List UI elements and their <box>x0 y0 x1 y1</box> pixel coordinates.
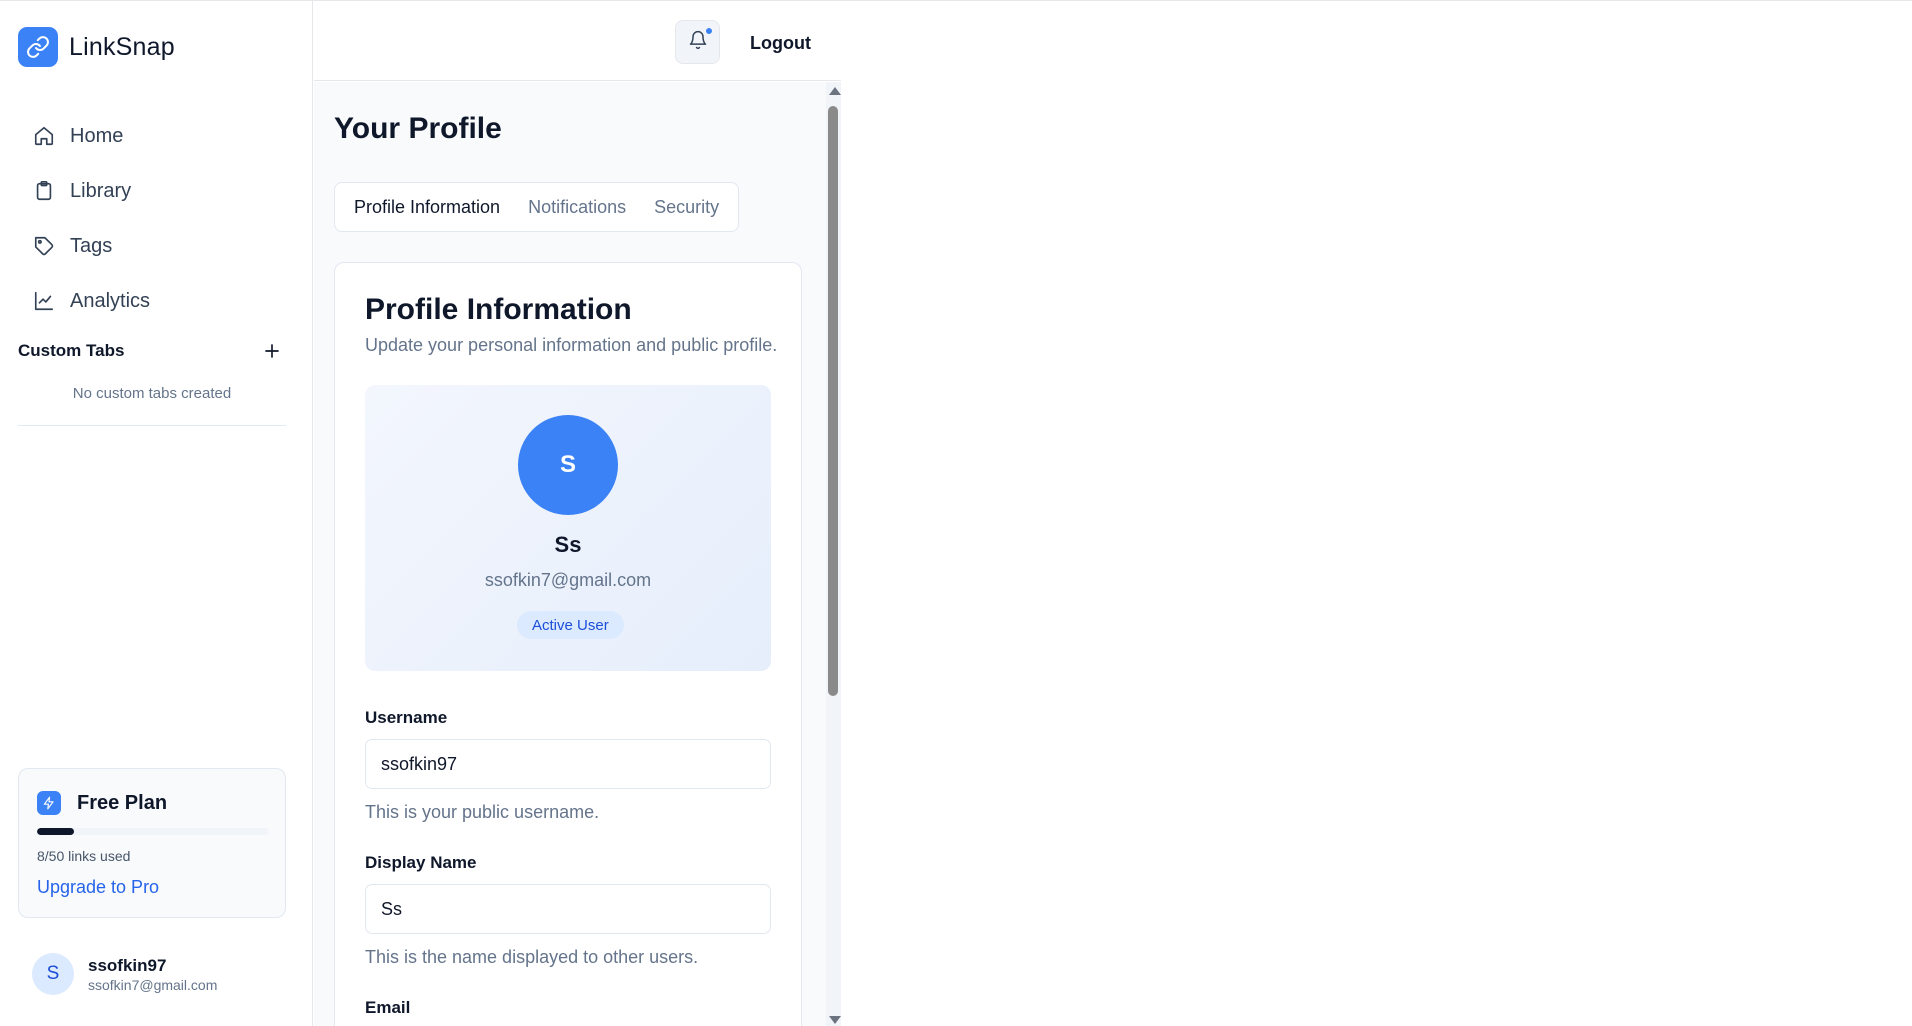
link-icon <box>18 27 58 67</box>
sidebar-item-label: Analytics <box>70 289 151 312</box>
custom-tabs-title: Custom Tabs <box>18 341 125 360</box>
tab-security[interactable]: Security <box>640 187 733 227</box>
profile-display-name: Ss <box>554 532 582 557</box>
sidebar-item-label: Library <box>70 179 132 202</box>
tab-profile-information[interactable]: Profile Information <box>340 187 515 227</box>
avatar[interactable]: S <box>518 415 618 515</box>
sidebar-item-home[interactable]: Home <box>18 111 286 161</box>
profile-tabs: Profile Information Notifications Securi… <box>334 182 740 232</box>
plan-header: Free Plan <box>37 791 167 815</box>
user-email: ssofkin7@gmail.com <box>88 976 218 993</box>
tab-notifications[interactable]: Notifications <box>514 187 640 227</box>
username-label: Username <box>365 708 448 727</box>
scroll-down-arrow[interactable] <box>829 1016 841 1024</box>
display-name-label: Display Name <box>365 853 477 872</box>
plus-icon[interactable] <box>258 337 286 365</box>
email-label: Email <box>365 998 411 1017</box>
sidebar-item-tags[interactable]: Tags <box>18 221 286 271</box>
brand[interactable]: LinkSnap <box>18 27 175 67</box>
profile-information-card: Profile Information Update your personal… <box>334 262 802 1026</box>
plan-card: Free Plan 8/50 links used Upgrade to Pro <box>18 768 286 918</box>
sidebar: LinkSnap Home Library Tags Analytics Cus… <box>0 1 313 1026</box>
display-name-help: This is the name displayed to other user… <box>365 947 699 967</box>
avatar: S <box>32 953 74 995</box>
sidebar-item-library[interactable]: Library <box>18 166 286 216</box>
card-subtitle: Update your personal information and pub… <box>365 335 778 355</box>
brand-name: LinkSnap <box>69 32 175 61</box>
custom-tabs-header: Custom Tabs <box>18 336 286 366</box>
logout-button[interactable]: Logout <box>740 27 821 59</box>
lightning-icon <box>37 791 61 815</box>
plan-usage-text: 8/50 links used <box>37 848 131 864</box>
tag-icon <box>32 234 56 258</box>
username-field[interactable] <box>365 739 771 789</box>
status-badge: Active User <box>517 611 624 639</box>
plan-usage-bar <box>37 828 269 835</box>
display-name-field[interactable] <box>365 884 771 934</box>
home-icon <box>32 124 56 148</box>
unread-dot <box>704 26 714 36</box>
sidebar-divider <box>18 425 286 426</box>
plan-usage-bar-fill <box>37 828 75 835</box>
top-header: Logout <box>314 1 841 81</box>
main-content: Your Profile Profile Information Notific… <box>314 82 827 1026</box>
notifications-button[interactable] <box>675 20 720 64</box>
scroll-up-arrow[interactable] <box>829 87 841 95</box>
sidebar-item-analytics[interactable]: Analytics <box>18 276 286 326</box>
user-text: ssofkin97 ssofkin7@gmail.com <box>88 955 217 994</box>
upgrade-link[interactable]: Upgrade to Pro <box>37 877 159 898</box>
clipboard-icon <box>32 179 56 203</box>
card-title: Profile Information <box>365 293 632 326</box>
plan-title: Free Plan <box>77 791 168 814</box>
sidebar-item-label: Home <box>70 124 124 147</box>
profile-email: ssofkin7@gmail.com <box>484 570 652 590</box>
user-name: ssofkin97 <box>88 955 167 975</box>
user-profile-summary[interactable]: S ssofkin97 ssofkin7@gmail.com <box>32 953 217 995</box>
sidebar-item-label: Tags <box>70 234 113 257</box>
page-title: Your Profile <box>334 112 502 145</box>
custom-tabs-empty-message: No custom tabs created <box>72 385 232 402</box>
username-help: This is your public username. <box>365 802 600 822</box>
scroll-thumb[interactable] <box>828 106 838 696</box>
profile-summary-panel: S Ss ssofkin7@gmail.com Active User <box>365 385 771 671</box>
main-scrollbar[interactable] <box>826 82 841 1026</box>
sidebar-nav: Home Library Tags Analytics <box>18 111 286 331</box>
line-chart-icon <box>32 289 56 313</box>
